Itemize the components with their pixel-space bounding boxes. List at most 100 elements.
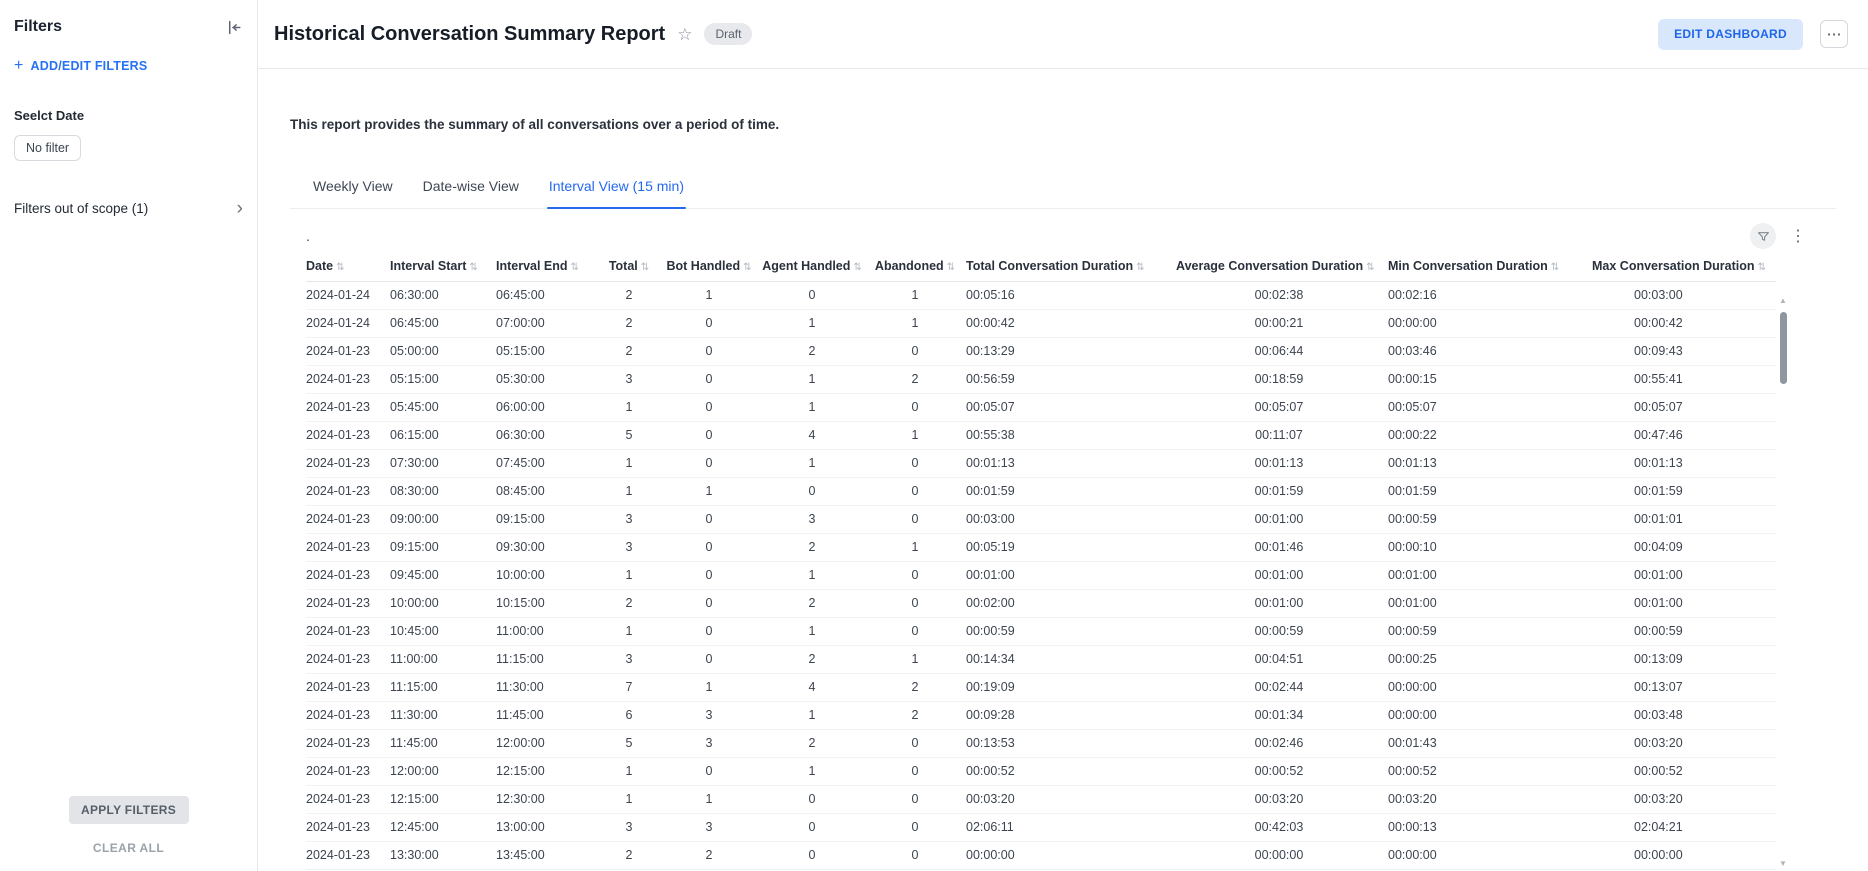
tab-interval-view-15-min[interactable]: Interval View (15 min)	[547, 178, 686, 208]
clear-all-button[interactable]: CLEAR ALL	[93, 841, 164, 855]
scroll-down-icon[interactable]: ▼	[1779, 859, 1787, 869]
table-cell: 10:00:00	[390, 589, 496, 617]
sort-icon: ⇅	[571, 262, 579, 273]
table-cell: 08:30:00	[390, 477, 496, 505]
add-edit-filters-button[interactable]: + ADD/EDIT FILTERS	[14, 58, 147, 74]
table-cell: 00:18:59	[1176, 365, 1388, 393]
table-cell: 00:14:34	[966, 645, 1176, 673]
table-cell: 00:01:00	[1388, 589, 1592, 617]
table-cell: 2024-01-23	[306, 757, 390, 785]
table-cell: 00:00:00	[1388, 701, 1592, 729]
table-cell: 0	[664, 505, 760, 533]
table-cell: 5	[600, 729, 664, 757]
filters-out-of-scope[interactable]: Filters out of scope (1) ›	[14, 199, 243, 218]
table-cell: 11:45:00	[496, 701, 600, 729]
table-cell: 00:03:20	[966, 785, 1176, 813]
plus-icon: +	[14, 58, 24, 74]
table-cell: 0	[870, 841, 966, 869]
table-cell: 00:01:00	[1388, 561, 1592, 589]
table-cell: 00:00:59	[1388, 617, 1592, 645]
table-cell: 1	[870, 533, 966, 561]
column-header[interactable]: Average Conversation Duration⇅	[1176, 251, 1388, 281]
table-cell: 3	[600, 505, 664, 533]
apply-filters-button[interactable]: APPLY FILTERS	[69, 796, 189, 824]
table-cell: 00:04:09	[1592, 533, 1776, 561]
widget-menu-button[interactable]: ⋮	[1786, 226, 1810, 246]
table-cell: 00:00:00	[1176, 841, 1388, 869]
table-cell: 2024-01-24	[306, 281, 390, 309]
table-cell: 2024-01-23	[306, 589, 390, 617]
table-cell: 00:02:38	[1176, 281, 1388, 309]
table-cell: 0	[870, 589, 966, 617]
tab-date-wise-view[interactable]: Date-wise View	[421, 178, 521, 208]
column-header[interactable]: Date⇅	[306, 251, 390, 281]
table-cell: 3	[760, 505, 870, 533]
table-cell: 3	[664, 729, 760, 757]
table-cell: 4	[760, 673, 870, 701]
column-label: Min Conversation Duration	[1388, 259, 1548, 273]
table-filter-button[interactable]	[1750, 223, 1776, 249]
edit-dashboard-button[interactable]: EDIT DASHBOARD	[1658, 19, 1803, 50]
table-cell: 7	[600, 673, 664, 701]
table-row: 2024-01-2406:30:0006:45:00210100:05:1600…	[306, 281, 1776, 309]
scrollbar-thumb[interactable]	[1780, 312, 1787, 384]
table-cell: 1	[760, 309, 870, 337]
table-cell: 05:30:00	[496, 365, 600, 393]
add-edit-filters-label: ADD/EDIT FILTERS	[31, 59, 148, 73]
favorite-star-icon[interactable]: ☆	[677, 26, 692, 43]
table-cell: 0	[870, 393, 966, 421]
filters-title: Filters	[14, 18, 62, 36]
column-label: Agent Handled	[762, 259, 850, 273]
column-header[interactable]: Max Conversation Duration⇅	[1592, 251, 1776, 281]
table-cell: 06:00:00	[496, 393, 600, 421]
column-header[interactable]: Total⇅	[600, 251, 664, 281]
table-cell: 00:02:46	[1176, 729, 1388, 757]
column-header[interactable]: Bot Handled⇅	[664, 251, 760, 281]
table-cell: 0	[664, 393, 760, 421]
table-cell: 3	[664, 701, 760, 729]
table-row: 2024-01-2310:45:0011:00:00101000:00:5900…	[306, 617, 1776, 645]
column-header[interactable]: Total Conversation Duration⇅	[966, 251, 1176, 281]
table-cell: 1	[600, 393, 664, 421]
sort-icon: ⇅	[947, 262, 955, 273]
table-cell: 3	[664, 813, 760, 841]
table-cell: 11:30:00	[390, 701, 496, 729]
table-cell: 00:55:41	[1592, 365, 1776, 393]
table-cell: 00:03:00	[1592, 281, 1776, 309]
tab-bar: Weekly View Date-wise View Interval View (…	[290, 178, 1836, 209]
table-cell: 07:45:00	[496, 449, 600, 477]
column-header[interactable]: Min Conversation Duration⇅	[1388, 251, 1592, 281]
more-options-button[interactable]: ⋯	[1820, 20, 1848, 48]
table-cell: 0	[664, 757, 760, 785]
filter-group-label: Seelct Date	[14, 108, 243, 123]
table-cell: 00:42:03	[1176, 813, 1388, 841]
table-cell: 11:00:00	[496, 617, 600, 645]
column-header[interactable]: Interval Start⇅	[390, 251, 496, 281]
table-cell: 3	[600, 533, 664, 561]
date-filter-chip[interactable]: No filter	[14, 135, 81, 161]
table-cell: 2	[870, 673, 966, 701]
table-cell: 2	[600, 309, 664, 337]
table-cell: 00:00:00	[1592, 841, 1776, 869]
table-cell: 00:00:42	[966, 309, 1176, 337]
tab-weekly-view[interactable]: Weekly View	[311, 178, 395, 208]
table-cell: 0	[760, 477, 870, 505]
table-cell: 13:45:00	[496, 841, 600, 869]
page-title: Historical Conversation Summary Report	[274, 23, 665, 46]
table-cell: 00:01:00	[1176, 589, 1388, 617]
table-cell: 0	[664, 365, 760, 393]
table-cell: 00:03:20	[1592, 785, 1776, 813]
column-header[interactable]: Agent Handled⇅	[760, 251, 870, 281]
table-cell: 1	[870, 309, 966, 337]
table-cell: 08:45:00	[496, 477, 600, 505]
table-cell: 1	[600, 785, 664, 813]
collapse-sidebar-icon[interactable]	[226, 19, 243, 36]
column-header[interactable]: Abandoned⇅	[870, 251, 966, 281]
table-cell: 00:13:53	[966, 729, 1176, 757]
table-cell: 2024-01-23	[306, 701, 390, 729]
table-cell: 05:00:00	[390, 337, 496, 365]
column-header[interactable]: Interval End⇅	[496, 251, 600, 281]
table-cell: 2	[600, 589, 664, 617]
scroll-up-icon[interactable]: ▲	[1779, 296, 1787, 306]
table-cell: 10:45:00	[390, 617, 496, 645]
